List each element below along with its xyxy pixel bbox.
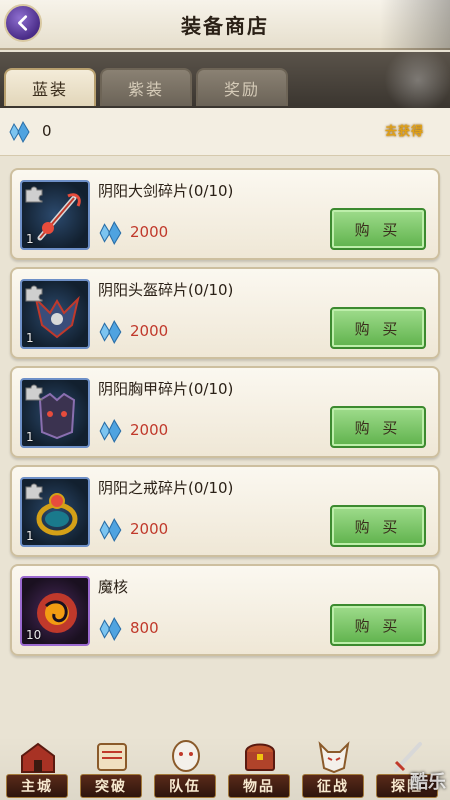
get-more-link[interactable]: 去获得 bbox=[385, 122, 424, 139]
nav-label: 主城 bbox=[6, 774, 68, 798]
puzzle-piece-icon bbox=[25, 483, 43, 500]
item-icon-frame[interactable]: 10 bbox=[20, 576, 90, 646]
currency-row: 0 去获得 bbox=[0, 108, 450, 156]
nav-campaign[interactable]: 征战 bbox=[302, 738, 364, 798]
item-price: 2000 bbox=[130, 421, 169, 439]
item-quantity: 10 bbox=[26, 628, 42, 642]
watermark-logo: 酷乐 bbox=[410, 772, 446, 793]
crystal-icon bbox=[99, 419, 122, 443]
tab-purple-gear[interactable]: 紫装 bbox=[100, 68, 192, 106]
item-icon-frame[interactable]: 1 bbox=[20, 378, 90, 448]
nav-breakthrough[interactable]: 突破 bbox=[80, 738, 142, 798]
buy-button[interactable]: 购 买 bbox=[330, 604, 426, 646]
buy-button[interactable]: 购 买 bbox=[330, 505, 426, 547]
header-bar: 装备商店 bbox=[0, 0, 450, 50]
tab-rewards[interactable]: 奖励 bbox=[196, 68, 288, 106]
item-price: 2000 bbox=[130, 520, 169, 538]
nav-label: 队伍 bbox=[154, 774, 216, 798]
buy-button[interactable]: 购 买 bbox=[330, 307, 426, 349]
item-name: 阴阳之戒碎片(0/10) bbox=[98, 479, 234, 497]
puzzle-piece-icon bbox=[25, 285, 43, 302]
puzzle-piece-icon bbox=[25, 186, 43, 203]
shop-item: 1 阴阳之戒碎片(0/10) 2000 购 买 bbox=[10, 465, 440, 557]
item-price: 2000 bbox=[130, 223, 169, 241]
item-quantity: 1 bbox=[26, 430, 34, 444]
nav-label: 征战 bbox=[302, 774, 364, 798]
nav-items[interactable]: 物品 bbox=[228, 738, 290, 798]
mask-icon bbox=[172, 740, 200, 772]
shop-item: 1 阴阳头盔碎片(0/10) 2000 购 买 bbox=[10, 267, 440, 359]
item-price: 2000 bbox=[130, 322, 169, 340]
fox-mask-icon bbox=[318, 741, 350, 774]
shop-item: 10 魔核 800 购 买 bbox=[10, 564, 440, 656]
shop-item: 1 阴阳胸甲碎片(0/10) 2000 购 买 bbox=[10, 366, 440, 458]
nav-main-city[interactable]: 主城 bbox=[6, 738, 68, 798]
nav-team[interactable]: 队伍 bbox=[154, 738, 216, 798]
item-name: 阴阳头盔碎片(0/10) bbox=[98, 281, 234, 299]
item-price: 800 bbox=[130, 619, 159, 637]
item-name: 魔核 bbox=[98, 578, 129, 596]
nav-label: 物品 bbox=[228, 774, 290, 798]
chest-icon bbox=[245, 743, 275, 771]
page-title: 装备商店 bbox=[181, 14, 269, 38]
tab-blue-gear[interactable]: 蓝装 bbox=[4, 68, 96, 106]
tab-bar: 蓝装 紫装 奖励 bbox=[0, 52, 450, 108]
item-name: 阴阳大剑碎片(0/10) bbox=[98, 182, 234, 200]
item-icon-frame[interactable]: 1 bbox=[20, 477, 90, 547]
item-quantity: 1 bbox=[26, 232, 34, 246]
crystal-icon bbox=[99, 221, 122, 245]
scroll-icon bbox=[97, 743, 127, 771]
crystal-icon bbox=[9, 120, 30, 144]
shop-item: 1 阴阳大剑碎片(0/10) 2000 购 买 bbox=[10, 168, 440, 260]
item-quantity: 1 bbox=[26, 529, 34, 543]
puzzle-piece-icon bbox=[25, 384, 43, 401]
crystal-count: 0 bbox=[42, 122, 52, 140]
item-quantity: 1 bbox=[26, 331, 34, 345]
crystal-icon bbox=[99, 320, 122, 344]
castle-icon bbox=[21, 742, 55, 773]
crystal-icon bbox=[99, 518, 122, 542]
buy-button[interactable]: 购 买 bbox=[330, 208, 426, 250]
buy-button[interactable]: 购 买 bbox=[330, 406, 426, 448]
nav-label: 突破 bbox=[80, 774, 142, 798]
item-icon-frame[interactable]: 1 bbox=[20, 180, 90, 250]
crystal-icon bbox=[99, 617, 122, 641]
bottom-nav: 主城 突破 队伍 物品 征战 探险 酷乐 bbox=[0, 736, 450, 800]
item-name: 阴阳胸甲碎片(0/10) bbox=[98, 380, 234, 398]
item-icon-frame[interactable]: 1 bbox=[20, 279, 90, 349]
